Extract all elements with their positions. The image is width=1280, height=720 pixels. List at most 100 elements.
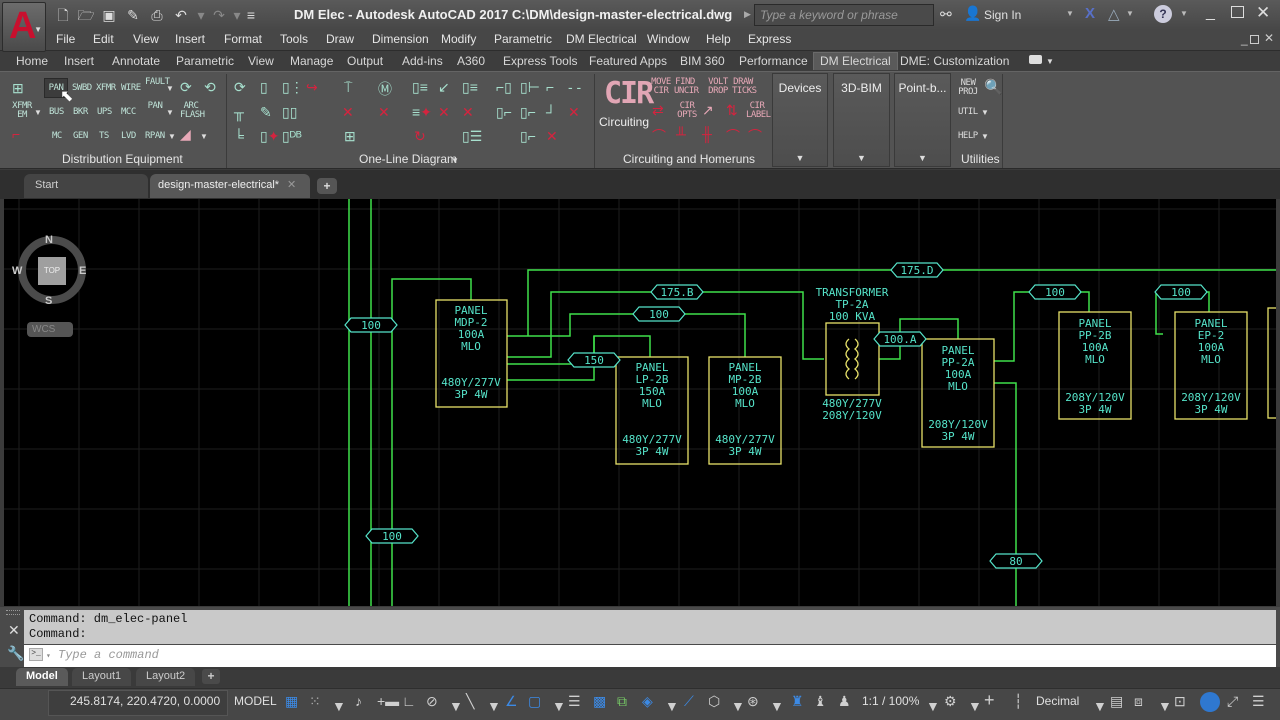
rpan-dropdown-icon[interactable]: ▼ <box>168 132 176 141</box>
open-icon[interactable]: 🗁 <box>77 6 95 24</box>
connect-icon[interactable]: ⌐ <box>12 126 20 142</box>
delete-motor-icon[interactable]: ✕ <box>378 104 390 121</box>
polar-tracking-icon[interactable]: ⊘ <box>426 693 438 710</box>
polar-dropdown-icon[interactable]: ▼ <box>449 698 463 714</box>
homerun-person-icon[interactable]: ⌒ <box>652 126 666 146</box>
homerun-arrow-icon[interactable]: ↗ <box>702 102 714 119</box>
transformer-box-tp-2a[interactable] <box>825 322 880 396</box>
layout-tab-layout1[interactable]: Layout1 <box>72 668 132 686</box>
point-b-panel[interactable]: Point-b... ▼ <box>894 73 951 167</box>
arrow-return-icon[interactable]: ↙ <box>438 79 450 96</box>
infer-constraints-icon[interactable]: ♪ <box>355 693 362 709</box>
pan-schedule-button[interactable]: PAN <box>145 102 165 111</box>
search-icon[interactable]: 🔍 <box>984 78 1003 96</box>
ts-button[interactable]: TS <box>99 131 109 141</box>
xfmr-button[interactable]: XFMR <box>96 83 116 93</box>
layout-tab-model[interactable]: Model <box>16 668 68 686</box>
viewcube-north[interactable]: N <box>45 234 53 246</box>
search-expand-icon[interactable]: ▶ <box>744 9 751 20</box>
bus-insert-icon[interactable]: ▯☰ <box>462 128 482 145</box>
binoculars-icon[interactable]: ⚯ <box>940 6 952 23</box>
menu-format[interactable]: Format <box>224 32 262 46</box>
ribbon-minimize-icon[interactable] <box>1029 55 1042 64</box>
selection-cycling-icon[interactable]: ⧉ <box>617 693 627 710</box>
ribbon-tab-output[interactable]: Output <box>347 54 383 68</box>
recent-commands-dropdown-icon[interactable]: ▾ <box>46 652 51 661</box>
riser-icon[interactable]: ⊞ <box>12 80 24 97</box>
homerun-ticks-icon[interactable]: ╨ <box>676 126 686 142</box>
rotate-icon[interactable]: ↻ <box>414 128 426 145</box>
one-line-expand-icon[interactable]: ▼ <box>451 156 459 165</box>
layout-tab-layout2[interactable]: Layout2 <box>136 668 196 686</box>
double-panel-icon[interactable]: ▯▯ <box>282 104 297 121</box>
ribbon-tab-manage[interactable]: Manage <box>290 54 333 68</box>
refresh-all-icon[interactable]: ⟲ <box>204 79 216 96</box>
mc-button[interactable]: MC <box>52 131 62 141</box>
homerun-split-icon[interactable]: ╫ <box>702 126 712 142</box>
command-input[interactable]: >_ ▾ Type a command <box>24 645 1276 667</box>
object-snap-icon[interactable]: ▢ <box>528 693 541 710</box>
gizmo-icon[interactable]: ⊛ <box>747 693 759 710</box>
bus-button[interactable]: BUS <box>49 107 64 117</box>
minimize-button[interactable]: _ <box>1206 4 1215 22</box>
dashed-line-icon[interactable]: - - <box>568 79 581 95</box>
menu-window[interactable]: Window <box>647 32 690 46</box>
menu-draw[interactable]: Draw <box>326 32 354 46</box>
breaker-link-icon[interactable]: ⌐▯ <box>496 79 512 96</box>
step-line-icon[interactable]: ⌐ <box>546 79 554 95</box>
bus-list-icon[interactable]: ▯≡ <box>412 79 428 96</box>
document-minimize-button[interactable]: _ <box>1241 32 1248 46</box>
document-close-button[interactable]: ✕ <box>1264 31 1274 45</box>
ups-button[interactable]: UPS <box>97 107 112 117</box>
command-prompt-icon[interactable]: >_ <box>29 648 43 662</box>
snap-dropdown-icon[interactable]: ▼ <box>332 698 346 714</box>
a360-dropdown-icon[interactable]: ▼ <box>1126 9 1134 18</box>
pencil-icon[interactable]: ✎ <box>260 104 272 121</box>
workspace-dropdown-icon[interactable]: ▼ <box>968 698 982 714</box>
ribbon-tab-insert[interactable]: Insert <box>64 54 94 68</box>
new-tab-button[interactable]: + <box>317 178 337 194</box>
command-line-grip[interactable] <box>6 610 20 615</box>
eraser-icon[interactable]: ◢ <box>180 126 191 143</box>
lineweight-icon[interactable]: ☰ <box>568 693 581 710</box>
menu-modify[interactable]: Modify <box>441 32 476 46</box>
bkr-button[interactable]: BKR <box>73 107 88 117</box>
auto-scale-icon[interactable]: ♝ <box>814 693 827 710</box>
corner-icon[interactable]: ┘ <box>546 104 556 120</box>
refresh-icon[interactable]: ⟳ <box>234 79 246 96</box>
arc-dot-icon[interactable]: ⌒ <box>748 126 762 146</box>
snap-mode-icon[interactable]: ⁙ <box>309 693 321 710</box>
clean-screen-icon[interactable]: ⤢ <box>1227 693 1238 710</box>
a360-icon[interactable]: △ <box>1108 5 1120 23</box>
dynamic-input-icon[interactable]: +▬ <box>377 693 399 709</box>
units-dropdown-icon[interactable]: ▼ <box>1093 698 1107 714</box>
viewcube-west[interactable]: W <box>12 265 22 277</box>
breaker-hook3-icon[interactable]: ▯⌐ <box>520 128 536 145</box>
bracket-icon[interactable]: ╘ <box>234 128 244 144</box>
transparency-icon[interactable]: ▩ <box>593 693 606 710</box>
ribbon-tab-dm-electrical[interactable]: DM Electrical <box>813 52 898 70</box>
bus-list2-icon[interactable]: ▯≡ <box>462 79 478 96</box>
3d-osnap-icon[interactable]: ◈ <box>642 693 653 710</box>
close-command-line-icon[interactable]: ✕ <box>8 622 20 639</box>
delete-line-icon[interactable]: ✕ <box>568 104 580 121</box>
gizmo-dropdown-icon[interactable]: ▼ <box>770 698 784 714</box>
menu-parametric[interactable]: Parametric <box>494 32 552 46</box>
selection-filter-icon[interactable]: ⬡ <box>708 693 720 710</box>
xfmr-em-button[interactable]: XFMR EM <box>12 102 32 120</box>
arc-icon[interactable]: ⌒ <box>726 126 740 146</box>
viewcube-top-face[interactable]: TOP <box>38 257 66 285</box>
swbd-button[interactable]: SWBD <box>72 83 92 93</box>
dynamic-ucs-icon[interactable]: ⟋ <box>684 693 694 710</box>
exchange-icon[interactable]: X <box>1085 5 1095 22</box>
lock-dropdown-icon[interactable]: ▼ <box>1158 698 1172 714</box>
panel-title-one-line[interactable]: One-Line Diagram <box>359 152 457 166</box>
help-button[interactable]: HELP <box>958 131 978 141</box>
close-tab-icon[interactable]: ✕ <box>287 178 296 191</box>
maximize-button[interactable] <box>1231 6 1244 18</box>
application-menu-button[interactable]: A ▼ <box>2 2 46 52</box>
ribbon-tab-view[interactable]: View <box>248 54 274 68</box>
delete-feeder-icon[interactable]: ✕ <box>342 104 354 121</box>
isolate-objects-icon[interactable]: ⊡ <box>1174 693 1186 710</box>
menu-help[interactable]: Help <box>706 32 731 46</box>
